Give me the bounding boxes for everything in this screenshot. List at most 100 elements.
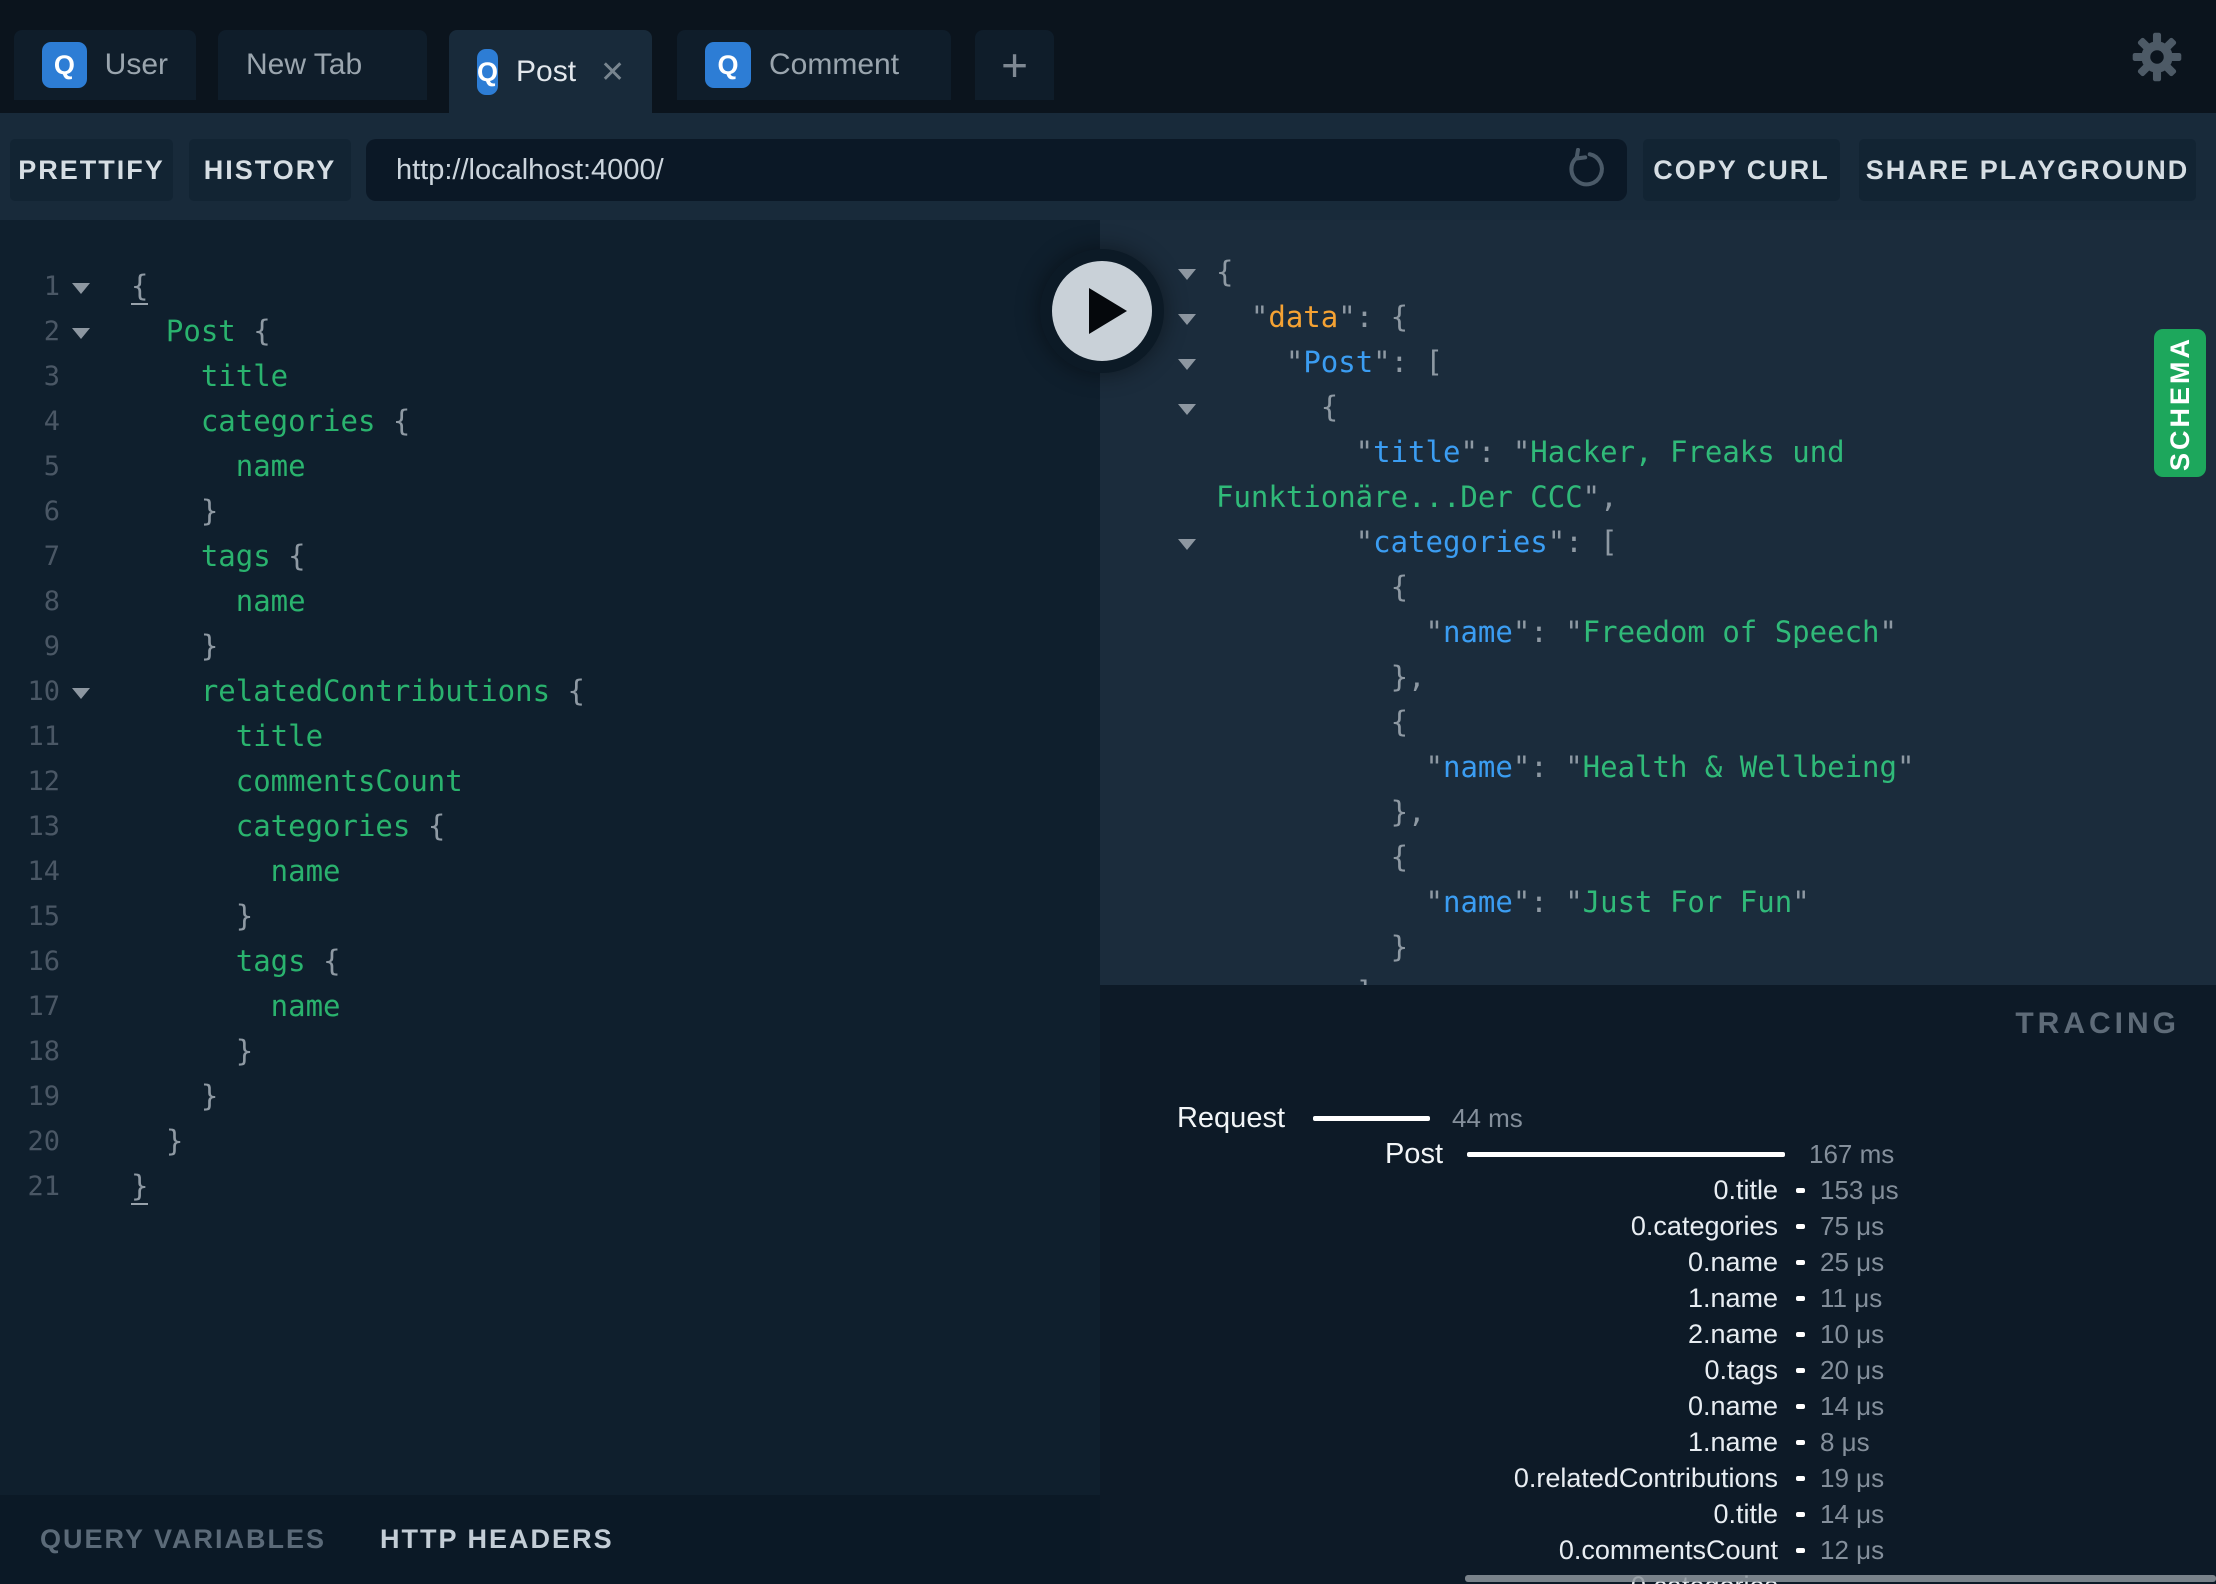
tab-label: New Tab <box>246 48 363 81</box>
tracing-duration-bar <box>1796 1547 1805 1553</box>
schema-tab[interactable]: SCHEMA <box>2154 329 2206 477</box>
line-number: 13 <box>27 811 60 842</box>
tracing-panel: TRACING Request 44 ms Post 167 ms 0.title 153… <box>1100 985 2216 1584</box>
tracing-row: 0.name 25 μs <box>1100 1244 2216 1280</box>
tracing-duration-value: 167 ms <box>1809 1138 1895 1169</box>
line-number: 15 <box>27 901 60 932</box>
tracing-rows: Request 44 ms Post 167 ms 0.title 153 μs 0.cat… <box>1100 1100 2216 1584</box>
settings-gear-icon[interactable] <box>2130 30 2184 84</box>
tracing-row: 1.name 11 μs <box>1100 1280 2216 1316</box>
fold-caret-icon[interactable] <box>1178 314 1196 325</box>
code-line: 11 title <box>0 714 1100 759</box>
play-icon <box>1089 288 1127 334</box>
tracing-field-label: 0.name <box>1687 1246 1778 1277</box>
code-line: 18 } <box>0 1029 1100 1074</box>
tracing-duration-bar <box>1796 1295 1805 1301</box>
tracing-duration-bar <box>1796 1331 1805 1337</box>
tab-new-tab[interactable]: New Tab <box>218 30 427 100</box>
line-number: 12 <box>27 766 60 797</box>
tracing-field-label: Request <box>1176 1101 1285 1134</box>
code-line: 20 } <box>0 1119 1100 1164</box>
code-line: 19 } <box>0 1074 1100 1119</box>
execute-query-button[interactable] <box>1040 249 1164 373</box>
tracing-field-label: 0.commentsCount <box>1558 1534 1778 1565</box>
tab-comment[interactable]: Q Comment <box>677 30 951 100</box>
line-number: 18 <box>27 1036 60 1067</box>
code-line: 7 tags { <box>0 534 1100 579</box>
code-line: 16 tags { <box>0 939 1100 984</box>
fold-caret-icon[interactable] <box>72 328 90 339</box>
line-number: 21 <box>27 1171 60 1202</box>
tab-label: User <box>104 48 168 81</box>
tracing-duration-value: 44 ms <box>1452 1102 1523 1133</box>
line-number: 17 <box>27 991 60 1022</box>
tracing-duration-value: 8 μs <box>1820 1426 1870 1457</box>
line-number: 4 <box>43 406 60 437</box>
query-badge: Q <box>42 42 87 88</box>
tracing-duration-bar <box>1796 1403 1805 1409</box>
plus-icon: + <box>1001 39 1028 91</box>
tracing-duration-bar <box>1467 1151 1785 1157</box>
code-line: { <box>1100 385 2216 430</box>
tracing-duration-bar <box>1796 1259 1805 1265</box>
horizontal-scrollbar[interactable] <box>1465 1575 2216 1582</box>
endpoint-url-input[interactable] <box>394 152 1563 188</box>
code-line: 2 Post { <box>0 309 1100 354</box>
endpoint-url-bar <box>366 139 1627 201</box>
fold-caret-icon[interactable] <box>72 283 90 294</box>
copy-curl-button[interactable]: COPY CURL <box>1643 139 1840 201</box>
tab-user[interactable]: Q User <box>14 30 196 100</box>
history-button[interactable]: HISTORY <box>189 139 351 201</box>
tracing-duration-bar <box>1796 1187 1805 1193</box>
reload-icon[interactable] <box>1563 148 1607 192</box>
response-viewer: { "data": { "Post": [ { "title": "Hacker… <box>1100 220 2216 985</box>
tab-bar: Q User New Tab Q Post ✕ Q Comment + <box>0 0 2216 114</box>
tracing-row: Post 167 ms <box>1100 1136 2216 1172</box>
code-line: { <box>1216 840 1409 874</box>
tracing-field-label: 0.tags <box>1704 1354 1778 1385</box>
fold-caret-icon[interactable] <box>1178 269 1196 280</box>
line-number: 11 <box>27 721 60 752</box>
code-line: 13 categories { <box>0 804 1100 849</box>
code-line: 17 name <box>0 984 1100 1029</box>
tracing-row: 0.tags 20 μs <box>1100 1352 2216 1388</box>
tracing-field-label: 0.title <box>1713 1174 1778 1205</box>
share-playground-button[interactable]: SHARE PLAYGROUND <box>1859 139 2196 201</box>
line-number: 10 <box>27 676 60 707</box>
line-number: 19 <box>27 1081 60 1112</box>
query-editor[interactable]: 1{2 Post {3 title 4 categories {5 name 6 }… <box>0 220 1100 1495</box>
tracing-field-label: Post <box>1384 1137 1443 1170</box>
line-number: 7 <box>43 541 60 572</box>
tracing-duration-value: 10 μs <box>1820 1318 1885 1349</box>
tracing-field-label: 0.name <box>1687 1390 1778 1421</box>
tracing-row: 0.commentsCount 12 μs <box>1100 1532 2216 1568</box>
code-line: 4 categories { <box>0 399 1100 444</box>
tab-post[interactable]: Q Post ✕ <box>449 30 652 114</box>
code-line: 10 relatedContributions { <box>0 669 1100 714</box>
line-number: 1 <box>43 271 60 302</box>
http-headers-tab[interactable]: HTTP HEADERS <box>380 1524 614 1555</box>
fold-caret-icon[interactable] <box>1178 539 1196 550</box>
add-tab-button[interactable]: + <box>975 30 1054 100</box>
tracing-duration-value: 19 μs <box>1820 1462 1885 1493</box>
line-number: 8 <box>43 586 60 617</box>
code-line: "name": "Health & Wellbeing" <box>1216 750 1915 784</box>
fold-caret-icon[interactable] <box>72 688 90 699</box>
prettify-button[interactable]: PRETTIFY <box>10 139 173 201</box>
line-number: 20 <box>27 1126 60 1157</box>
graphql-playground-window: Q User New Tab Q Post ✕ Q Comment + PRET… <box>0 0 2216 1584</box>
tracing-duration-value: 14 μs <box>1820 1390 1885 1421</box>
code-line: Funktionäre...Der CCC", <box>1216 480 1618 514</box>
code-line: 5 name <box>0 444 1100 489</box>
editor-footer: QUERY VARIABLES HTTP HEADERS <box>0 1495 1100 1584</box>
tracing-row: 2.name 10 μs <box>1100 1316 2216 1352</box>
fold-caret-icon[interactable] <box>1178 359 1196 370</box>
tracing-row: 1.name 8 μs <box>1100 1424 2216 1460</box>
fold-caret-icon[interactable] <box>1178 404 1196 415</box>
line-number: 2 <box>43 316 60 347</box>
code-line: } <box>1216 930 1409 964</box>
query-variables-tab[interactable]: QUERY VARIABLES <box>40 1524 326 1555</box>
tracing-duration-bar <box>1796 1511 1805 1517</box>
close-icon[interactable]: ✕ <box>600 55 625 90</box>
tracing-field-label: 1.name <box>1687 1426 1778 1457</box>
